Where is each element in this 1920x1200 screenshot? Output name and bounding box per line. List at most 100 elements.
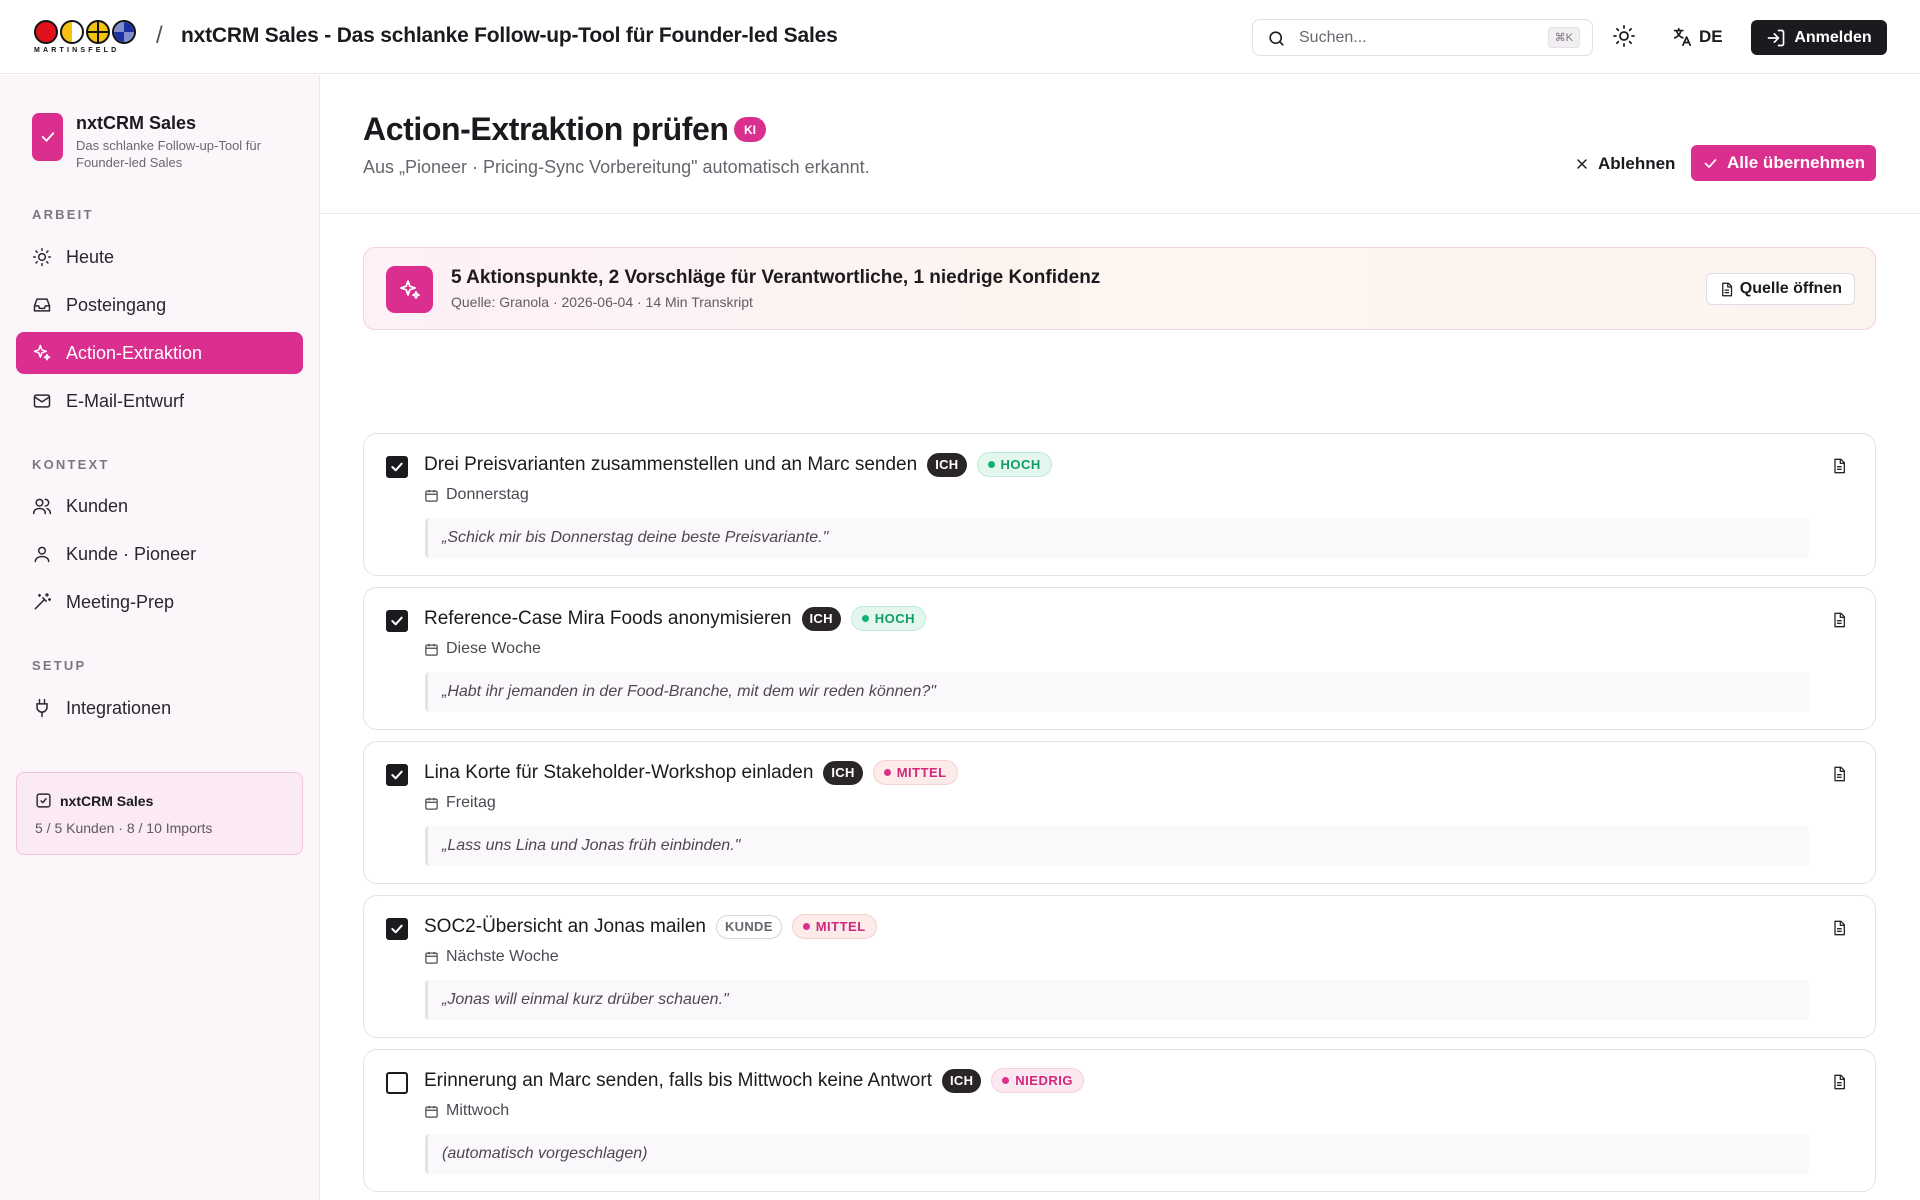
martinsfeld-logo[interactable]: MARTINSFELD <box>34 20 138 56</box>
action-title[interactable]: Lina Korte für Stakeholder-Workshop einl… <box>424 762 813 784</box>
sidebar-item-label: Action-Extraktion <box>66 342 203 363</box>
accept-all-button[interactable]: Alle übernehmen <box>1691 145 1876 181</box>
action-checkbox[interactable] <box>386 918 408 940</box>
brand-subtitle: Das schlanke Follow-up-Tool für Founder-… <box>76 138 261 170</box>
due-label: Mittwoch <box>446 1102 510 1119</box>
due-date[interactable]: Donnerstag <box>424 486 529 504</box>
due-date[interactable]: Nächste Woche <box>424 948 559 966</box>
action-card[interactable]: Lina Korte für Stakeholder-Workshop einl… <box>363 741 1876 884</box>
breadcrumb-separator: / <box>156 22 163 49</box>
calendar-icon <box>425 951 438 964</box>
logo-dots <box>34 20 138 44</box>
sidebar-item-kunde-pioneer[interactable]: Kunde · Pioneer <box>16 533 303 575</box>
check-icon <box>391 462 403 472</box>
section-label-setup: SETUP <box>32 658 87 673</box>
priority-dot <box>861 615 869 622</box>
priority-label: MITTEL <box>896 765 947 780</box>
sidebar-item-label: Meeting-Prep <box>66 591 175 612</box>
sidebar-item-label: Heute <box>66 246 115 267</box>
calendar-icon <box>425 489 438 502</box>
action-title[interactable]: Drei Preisvarianten zusammenstellen und … <box>424 454 917 476</box>
logo-wordmark: MARTINSFELD <box>34 47 120 54</box>
owner-badge[interactable]: ICH <box>941 1068 982 1093</box>
priority-dot <box>883 769 891 776</box>
document-icon[interactable] <box>1831 766 1847 787</box>
priority-dot <box>802 923 810 930</box>
sidebar-item-action-extraktion[interactable]: Action-Extraktion <box>16 332 303 374</box>
priority-label: HOCH <box>874 611 916 626</box>
sidebar-item-label: Kunde · Pioneer <box>66 543 197 564</box>
search-input[interactable]: Suchen... ⌘K <box>1252 19 1593 56</box>
action-title[interactable]: Erinnerung an Marc senden, falls bis Mit… <box>424 1070 932 1092</box>
action-title-row: Reference-Case Mira Foods anonymisieren I… <box>424 606 927 631</box>
action-card[interactable]: Erinnerung an Marc senden, falls bis Mit… <box>363 1049 1876 1192</box>
users-icon <box>32 498 52 515</box>
plan-title: nxtCRM Sales <box>35 792 153 809</box>
document-icon[interactable] <box>1831 458 1847 479</box>
priority-badge[interactable]: MITTEL <box>872 760 958 785</box>
due-date[interactable]: Diese Woche <box>424 640 541 658</box>
mail-icon <box>33 394 51 408</box>
sidebar-item-label: E-Mail-Entwurf <box>66 390 185 411</box>
source-quote: (automatisch vorgeschlagen) <box>425 1134 1809 1174</box>
sidebar-item-heute[interactable]: Heute <box>16 236 303 278</box>
due-label: Donnerstag <box>446 486 529 503</box>
calendar-icon <box>425 797 438 810</box>
language-label: DE <box>1699 27 1723 46</box>
open-source-button[interactable]: Quelle öffnen <box>1705 273 1855 305</box>
main-content: Action-Extraktion prüfen KI Aus „Pioneer… <box>321 75 1920 1200</box>
action-title-row: Lina Korte für Stakeholder-Workshop einl… <box>424 760 958 785</box>
inbox-icon <box>33 298 51 312</box>
source-quote: „Habt ihr jemanden in der Food-Branche, … <box>425 672 1809 712</box>
sidebar-item-kunden[interactable]: Kunden <box>16 485 303 527</box>
theme-toggle-button[interactable] <box>1612 24 1638 50</box>
due-date[interactable]: Mittwoch <box>424 1102 509 1120</box>
action-checkbox[interactable] <box>386 610 408 632</box>
action-checkbox[interactable] <box>386 1072 408 1094</box>
sidebar-item-integrationen[interactable]: Integrationen <box>16 687 303 729</box>
login-icon <box>1767 29 1785 46</box>
action-card[interactable]: SOC2-Übersicht an Jonas mailen KUNDE MITTE… <box>363 895 1876 1038</box>
sparkles-icon <box>386 266 433 313</box>
page-title: Action-Extraktion prüfen <box>363 111 729 147</box>
owner-badge[interactable]: ICH <box>823 760 863 785</box>
app-title[interactable]: nxtCRM Sales - Das schlanke Follow-up-To… <box>181 24 838 48</box>
accept-label: Alle übernehmen <box>1727 153 1865 172</box>
action-title[interactable]: Reference-Case Mira Foods anonymisieren <box>424 608 792 630</box>
action-card[interactable]: Drei Preisvarianten zusammenstellen und … <box>363 433 1876 576</box>
due-date[interactable]: Freitag <box>424 794 496 812</box>
document-icon[interactable] <box>1831 920 1847 941</box>
login-button[interactable]: Anmelden <box>1751 20 1887 55</box>
page-header: Action-Extraktion prüfen KI Aus „Pioneer… <box>321 75 1920 214</box>
language-switcher[interactable]: DE <box>1671 24 1723 50</box>
reject-button[interactable]: Ablehnen <box>1566 147 1683 181</box>
action-card[interactable]: Reference-Case Mira Foods anonymisieren I… <box>363 587 1876 730</box>
priority-label: MITTEL <box>815 919 866 934</box>
sidebar-item-email-entwurf[interactable]: E-Mail-Entwurf <box>16 380 303 422</box>
plan-usage-card[interactable]: nxtCRM Sales 5 / 5 Kunden · 8 / 10 Impor… <box>16 772 303 855</box>
priority-badge[interactable]: MITTEL <box>791 914 877 939</box>
owner-badge[interactable]: ICH <box>801 606 841 631</box>
sidebar-item-posteingang[interactable]: Posteingang <box>16 284 303 326</box>
due-label: Nächste Woche <box>446 948 559 965</box>
action-title-row: Drei Preisvarianten zusammenstellen und … <box>424 452 1052 477</box>
priority-badge[interactable]: HOCH <box>976 452 1052 477</box>
priority-badge[interactable]: HOCH <box>850 606 927 631</box>
action-title[interactable]: SOC2-Übersicht an Jonas mailen <box>424 916 706 938</box>
brand-name: nxtCRM Sales <box>76 113 197 133</box>
user-icon <box>34 546 50 563</box>
check-icon <box>391 616 403 626</box>
action-checkbox[interactable] <box>386 764 408 786</box>
priority-badge[interactable]: NIEDRIG <box>991 1068 1084 1093</box>
owner-badge[interactable]: ICH <box>927 452 967 477</box>
extraction-summary: 5 Aktionspunkte, 2 Vorschläge für Verant… <box>363 247 1876 330</box>
document-icon[interactable] <box>1831 1074 1847 1095</box>
sidebar-item-meeting-prep[interactable]: Meeting-Prep <box>16 581 303 623</box>
owner-badge[interactable]: KUNDE <box>715 914 782 939</box>
priority-dot <box>987 461 995 468</box>
checkbox-icon <box>36 793 51 808</box>
search-placeholder: Suchen... <box>1299 29 1367 46</box>
document-icon[interactable] <box>1831 612 1847 633</box>
action-checkbox[interactable] <box>386 456 408 478</box>
source-quote: „Lass uns Lina und Jonas früh einbinden.… <box>425 826 1809 866</box>
